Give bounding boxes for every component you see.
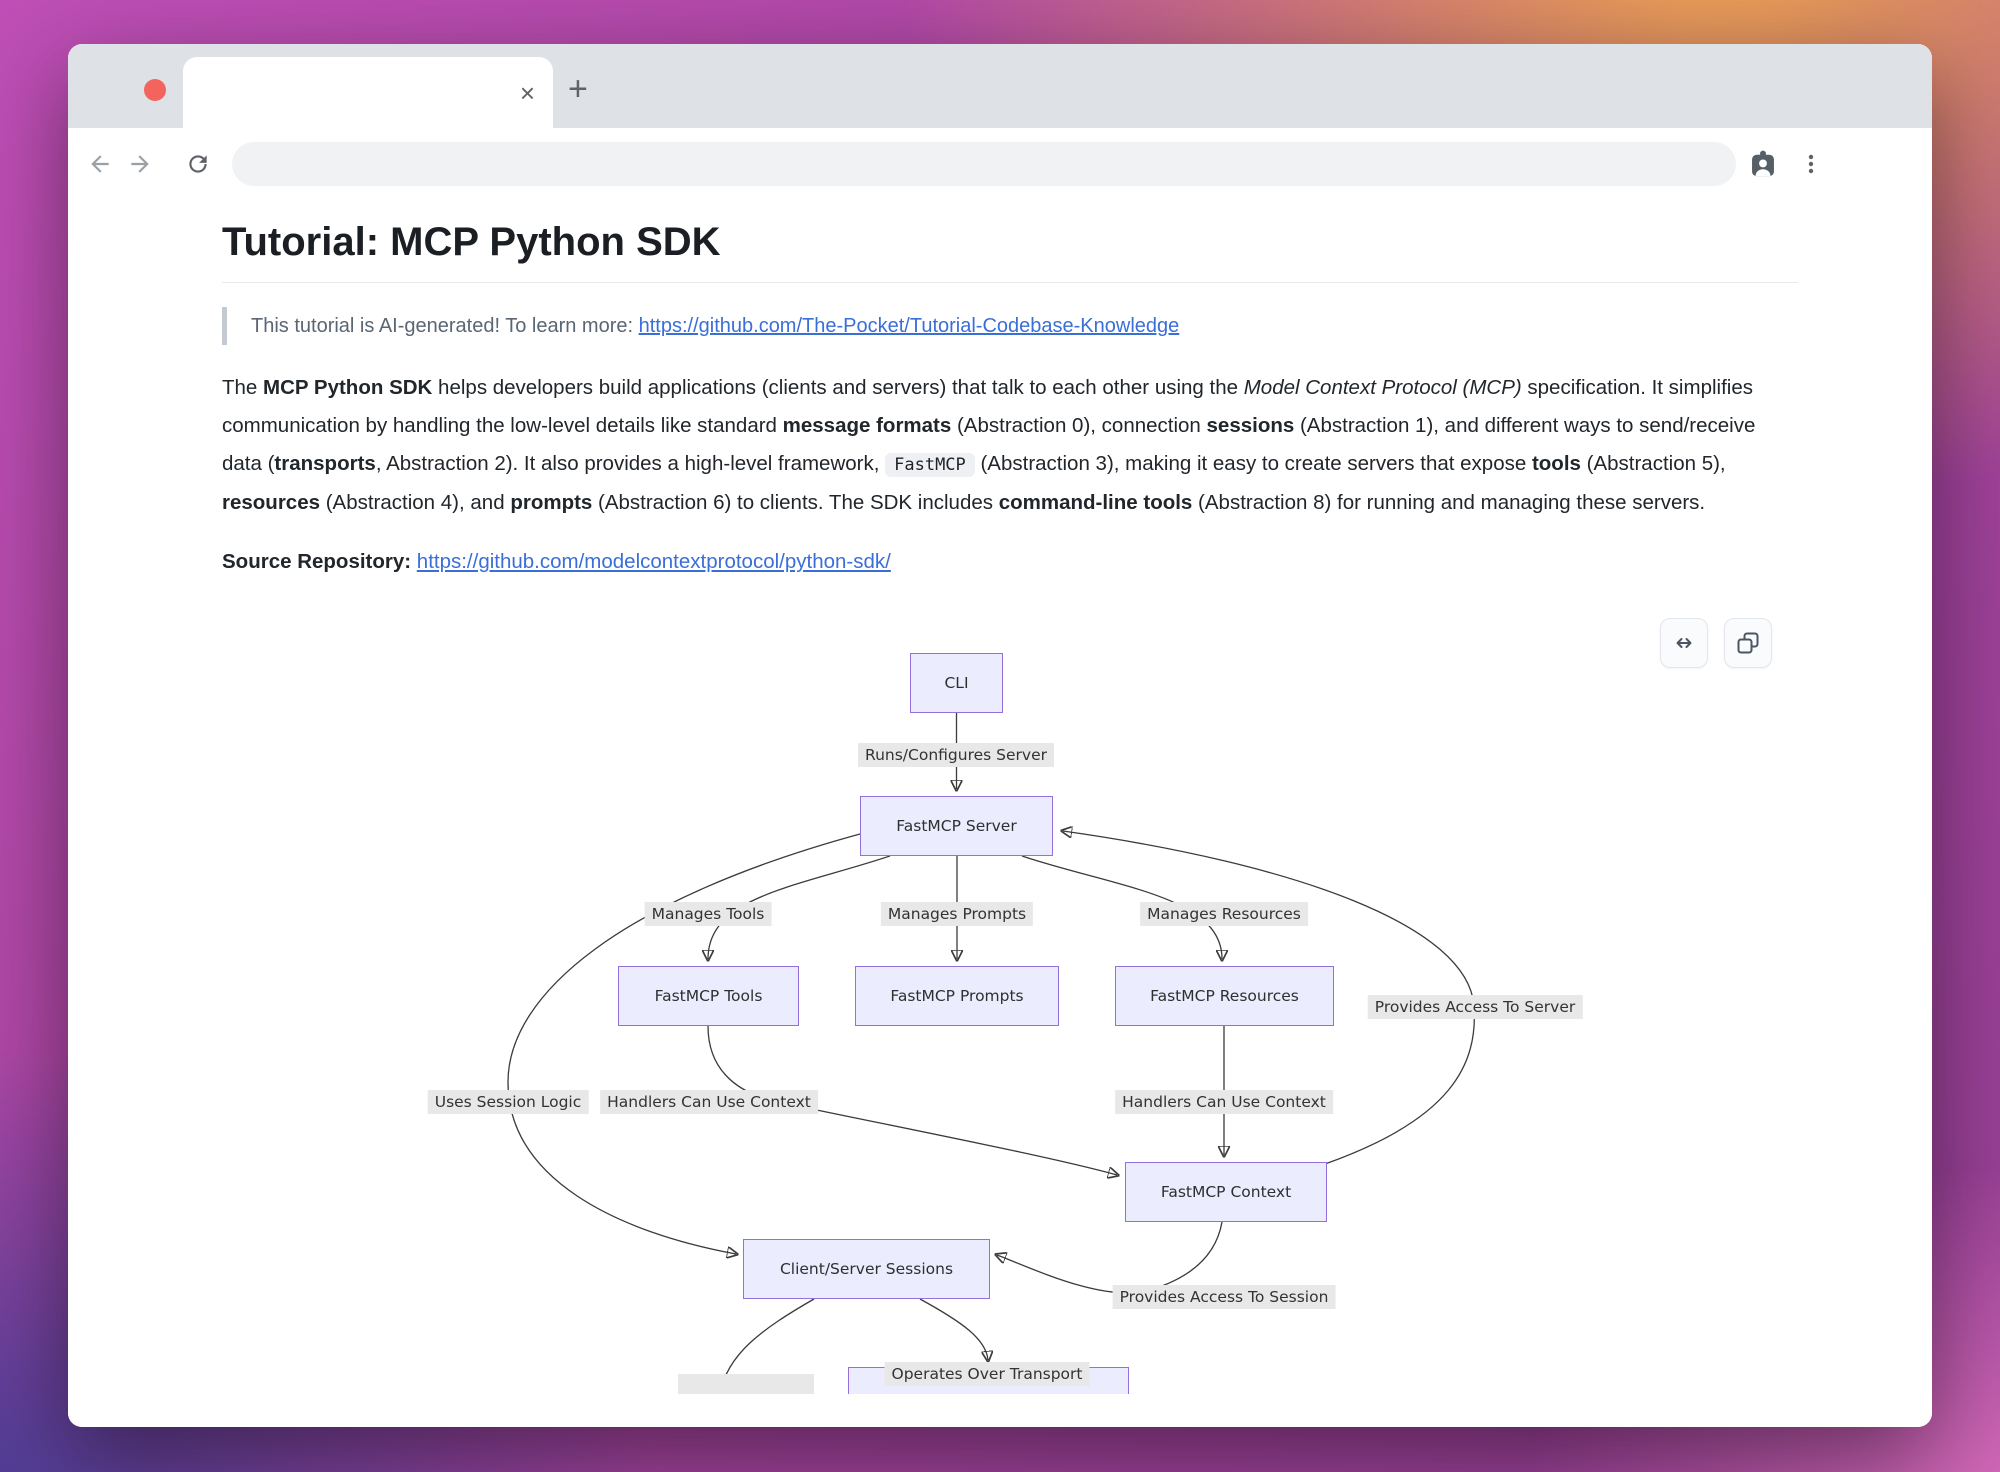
url-address-bar[interactable] [232, 142, 1736, 186]
text-run: (Abstraction 8) for running and managing… [1192, 491, 1705, 514]
browser-tab[interactable]: × [183, 57, 553, 128]
text-run: command-line tools [999, 491, 1193, 514]
edge-label-manages-prompts: Manages Prompts [881, 902, 1033, 926]
toolbar-right [1748, 149, 1824, 179]
text-run: (Abstraction 0), connection [951, 414, 1206, 437]
text-run: (Abstraction 4), and [320, 491, 510, 514]
text-run: resources [222, 491, 320, 514]
edge-label-provides-access-to-server: Provides Access To Server [1368, 995, 1583, 1019]
edge-label-partial-bottom-label [678, 1374, 814, 1394]
tab-strip: × + [68, 44, 1932, 128]
text-run: , Abstraction 2). It also provides a hig… [376, 452, 885, 475]
edge-label-provides-access-to-session: Provides Access To Session [1113, 1285, 1336, 1309]
edge-label-runs-configures-server: Runs/Configures Server [858, 743, 1054, 767]
edge-label-uses-session-logic: Uses Session Logic [428, 1090, 589, 1114]
close-window-button[interactable] [144, 79, 166, 101]
browser-toolbar [68, 128, 1932, 200]
text-run: prompts [510, 491, 592, 514]
text-run: (Abstraction 6) to clients. The SDK incl… [592, 491, 998, 514]
edge-label-manages-resources: Manages Resources [1140, 902, 1308, 926]
text-run: sessions [1207, 414, 1295, 437]
edge-label-handlers-can-use-context-left: Handlers Can Use Context [600, 1090, 818, 1114]
source-repository-line: Source Repository: https://github.com/mo… [222, 550, 1798, 574]
edge-label-manages-tools: Manages Tools [645, 902, 772, 926]
blockquote: This tutorial is AI-generated! To learn … [222, 307, 1798, 345]
expand-diagram-button[interactable] [1660, 618, 1708, 668]
text-run: transports [274, 452, 375, 475]
diagram-node-fastmcp-resources: FastMCP Resources [1115, 966, 1334, 1026]
text-run: The [222, 376, 263, 399]
edge-server-sessions [508, 834, 860, 1254]
text-run: tools [1532, 452, 1581, 475]
diagram-node-cli: CLI [910, 653, 1003, 713]
edge-sessions-transport [920, 1299, 988, 1360]
markdown-body: Tutorial: MCP Python SDK This tutorial i… [68, 200, 1932, 1394]
text-run: FastMCP [885, 453, 975, 477]
tutorial-codebase-link[interactable]: https://github.com/The-Pocket/Tutorial-C… [639, 315, 1180, 337]
diagram-node-fastmcp-prompts: FastMCP Prompts [855, 966, 1059, 1026]
source-repository-link[interactable]: https://github.com/modelcontextprotocol/… [417, 550, 891, 573]
edge-label-operates-over-transport: Operates Over Transport [884, 1362, 1089, 1386]
blockquote-text: This tutorial is AI-generated! To learn … [251, 315, 639, 337]
source-repository-label: Source Repository: [222, 550, 417, 573]
text-run: (Abstraction 5), [1581, 452, 1726, 475]
tab-close-icon[interactable]: × [520, 80, 535, 106]
text-run: Model Context Protocol (MCP) [1244, 376, 1522, 399]
reload-icon[interactable] [178, 144, 218, 184]
browser-window: × + [68, 44, 1932, 1427]
edge-label-handlers-can-use-context-right: Handlers Can Use Context [1115, 1090, 1333, 1114]
browser-menu-icon[interactable] [1798, 151, 1824, 177]
copy-diagram-button[interactable] [1724, 618, 1772, 668]
copy-icon [1735, 630, 1761, 656]
desktop: { "theme":{ "link_color":"#3a6fd8", "tra… [0, 0, 2000, 1472]
new-tab-button[interactable]: + [568, 72, 588, 106]
back-icon[interactable] [80, 144, 120, 184]
diagram-controls [1660, 618, 1772, 668]
forward-icon[interactable] [120, 144, 160, 184]
diagram-node-fastmcp-tools: FastMCP Tools [618, 966, 799, 1026]
profile-badge-icon[interactable] [1748, 149, 1778, 179]
text-run: (Abstraction 3), making it easy to creat… [975, 452, 1532, 475]
edge-context-sessions [997, 1222, 1222, 1293]
page-content: Tutorial: MCP Python SDK This tutorial i… [68, 200, 1932, 1427]
flowchart-diagram: CLI FastMCP Server FastMCP Tools FastMCP Pr… [222, 604, 1798, 1394]
diagram-node-client-server-sessions: Client/Server Sessions [743, 1239, 990, 1299]
diagram-node-fastmcp-context: FastMCP Context [1125, 1162, 1327, 1222]
text-run: helps developers build applications (cli… [432, 376, 1243, 399]
diagram-node-fastmcp-server: FastMCP Server [860, 796, 1053, 856]
intro-paragraph: The MCP Python SDK helps developers buil… [222, 369, 1798, 522]
text-run: message formats [783, 414, 952, 437]
text-run: MCP Python SDK [263, 376, 432, 399]
page-title: Tutorial: MCP Python SDK [222, 218, 1798, 283]
expand-horizontal-icon [1671, 630, 1697, 656]
